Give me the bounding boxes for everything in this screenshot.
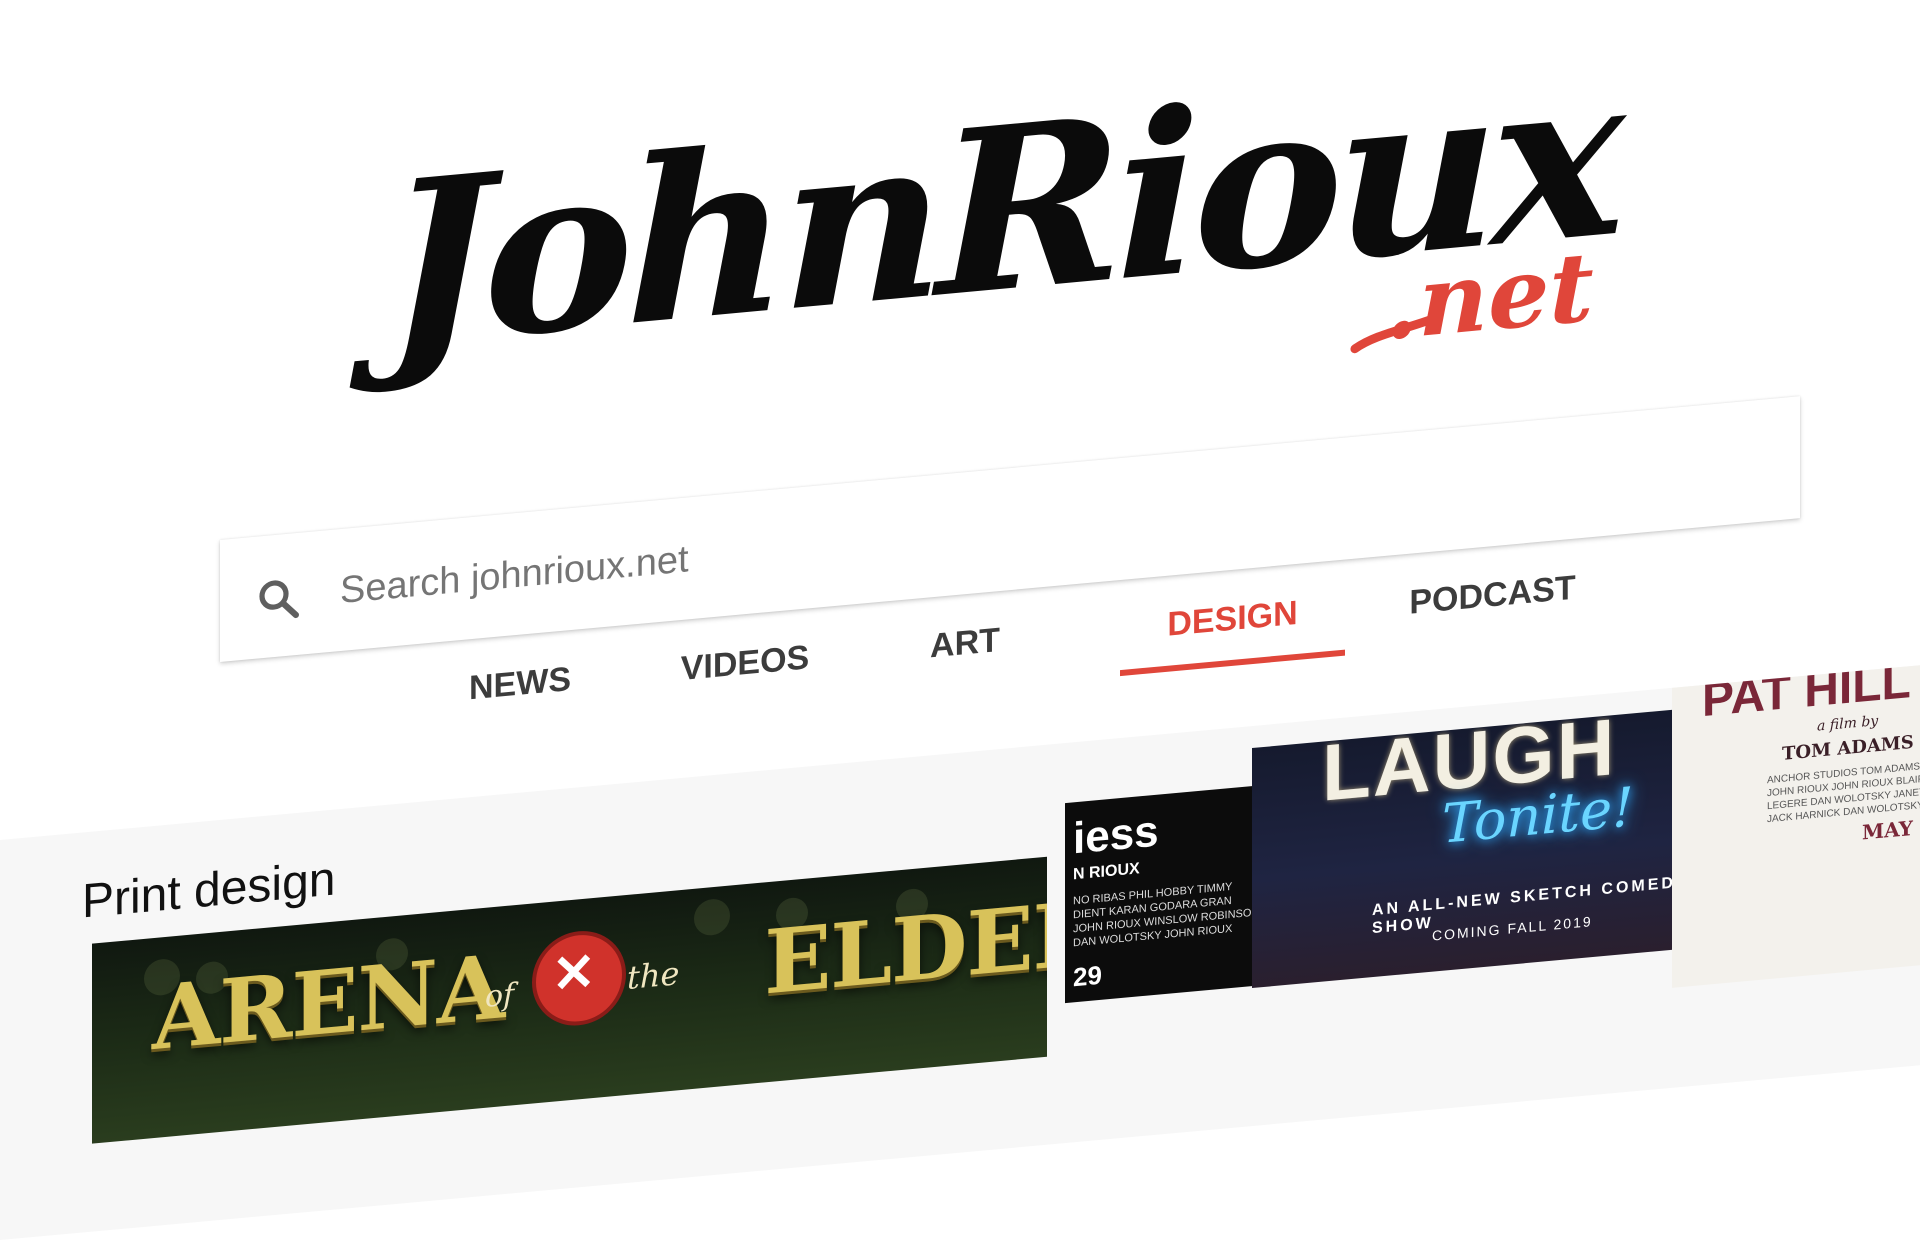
design-card-laugh[interactable]: LAUGH Tonite! AN ALL-NEW SKETCH COMEDY S… xyxy=(1252,708,1692,989)
tab-design[interactable]: DESIGN xyxy=(1120,568,1345,677)
design-card-film[interactable]: PAT HILL a film by TOM ADAMS & JOHN RIO … xyxy=(1672,660,1920,988)
tab-label: DESIGN xyxy=(1167,593,1298,644)
tab-label: PODCAST xyxy=(1409,568,1576,622)
logo-tld: .net xyxy=(1385,229,1594,362)
section-title: Print design xyxy=(82,852,336,929)
film-date: MAY 27 xyxy=(1862,813,1920,845)
poster-date: 29 xyxy=(1073,959,1102,993)
design-card-poster[interactable]: iess N RIOUX NO RIBAS PHIL HOBBY TIMMY D… xyxy=(1065,784,1273,1004)
active-tab-indicator xyxy=(1120,649,1345,677)
tab-label: ART xyxy=(930,620,1000,666)
tab-news[interactable]: NEWS xyxy=(430,634,610,732)
poster-title: iess xyxy=(1073,806,1159,864)
tab-art[interactable]: ART xyxy=(875,594,1055,692)
tab-videos[interactable]: VIDEOS xyxy=(655,614,835,712)
film-credits: ANCHOR STUDIOS TOM ADAMS and JOHN RIOUX … xyxy=(1767,759,1920,826)
tab-podcast[interactable]: PODCAST xyxy=(1380,544,1605,646)
arena-the: the xyxy=(627,954,680,997)
poster-credits: NO RIBAS PHIL HOBBY TIMMY DIENT KARAN GO… xyxy=(1073,880,1260,950)
page: JohnRioux .net NEWS VIDEOS ART xyxy=(0,0,1920,1240)
poster-name: N RIOUX xyxy=(1073,860,1140,884)
arena-of: of xyxy=(485,977,515,1015)
crossed-swords-icon: ✕ xyxy=(552,942,596,1005)
search-icon[interactable] xyxy=(254,573,302,625)
tab-label: VIDEOS xyxy=(680,638,810,689)
tab-label: NEWS xyxy=(469,660,571,708)
